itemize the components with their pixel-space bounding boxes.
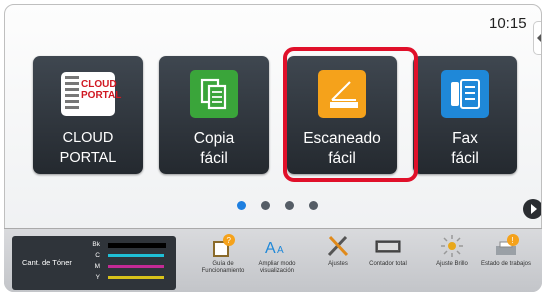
- logo-text-line-2: PORTAL: [81, 90, 122, 101]
- svg-text:?: ?: [227, 236, 232, 245]
- fn-label: Ajuste Brillo: [436, 261, 468, 267]
- font-enlarge-icon: A A: [249, 233, 305, 259]
- fn-label: Ajustes: [328, 261, 348, 267]
- toner-bar-c: [108, 254, 164, 257]
- tools-icon: [310, 233, 366, 259]
- operation-guide-button[interactable]: ? Guía de Funcionamiento: [195, 233, 251, 276]
- toner-row-bk: Bk: [82, 240, 166, 249]
- cloud-portal-logo-icon: CLOUD PORTAL: [61, 72, 121, 116]
- copy-icon: [190, 70, 238, 118]
- brightness-button[interactable]: Ajuste Brillo: [424, 233, 480, 268]
- page-dot-4[interactable]: [309, 201, 318, 210]
- total-count-button[interactable]: Contador total: [360, 233, 416, 268]
- app-label-line-1: Fax: [452, 130, 478, 147]
- toner-row-m: M: [82, 262, 164, 271]
- toner-code: Bk: [92, 241, 100, 248]
- page-dot-2[interactable]: [261, 201, 270, 210]
- fn-label: Ampliar modo visualización: [258, 261, 296, 275]
- brightness-icon: [424, 233, 480, 259]
- app-label-line-1: Copia: [193, 130, 235, 147]
- page-dot-1[interactable]: [237, 201, 246, 210]
- toner-code: C: [95, 252, 100, 259]
- toner-code: Y: [95, 274, 100, 281]
- toner-bar-y: [108, 276, 164, 279]
- selection-highlight: [283, 47, 418, 182]
- job-status-button[interactable]: ! Estado de trabajos: [478, 233, 534, 268]
- side-panel-tab[interactable]: [533, 21, 541, 55]
- toner-row-c: C: [82, 251, 164, 260]
- svg-text:A: A: [277, 245, 284, 256]
- fn-label: Contador total: [369, 261, 407, 267]
- svg-text:!: !: [512, 236, 514, 245]
- fn-label: Estado de trabajos: [480, 261, 532, 267]
- toner-panel[interactable]: Cant. de Tóner Bk C M Y: [12, 236, 176, 290]
- app-copy[interactable]: Copia fácil: [159, 56, 269, 174]
- app-label-line-2: fácil: [451, 150, 479, 167]
- app-label: CLOUD PORTAL: [59, 130, 117, 166]
- enlarge-display-button[interactable]: A A Ampliar modo visualización: [249, 233, 305, 276]
- toner-code: M: [94, 263, 100, 270]
- toner-title: Cant. de Tóner: [22, 258, 72, 267]
- book-help-icon: ?: [195, 233, 251, 259]
- toner-row-y: Y: [82, 273, 164, 282]
- fax-icon: [441, 70, 489, 118]
- clock: 10:15: [489, 15, 527, 32]
- app-fax[interactable]: Fax fácil: [413, 56, 517, 174]
- toner-bar-m: [108, 265, 164, 268]
- app-label-line-2: fácil: [200, 150, 228, 167]
- toner-bar-bk: [108, 243, 166, 248]
- next-page-button[interactable]: [523, 199, 541, 219]
- bottom-bar: Cant. de Tóner Bk C M Y ? Guía de Funcio…: [4, 228, 542, 292]
- page-dot-3[interactable]: [285, 201, 294, 210]
- printer-alert-icon: !: [478, 233, 534, 259]
- svg-text:A: A: [265, 240, 276, 257]
- settings-button[interactable]: Ajustes: [310, 233, 366, 268]
- counter-icon: [360, 233, 416, 259]
- app-cloud-portal[interactable]: CLOUD PORTAL CLOUD PORTAL: [33, 56, 143, 174]
- logo-text-line-1: CLOUD: [81, 79, 117, 90]
- fn-label: Guía de Funcionamiento: [201, 261, 245, 275]
